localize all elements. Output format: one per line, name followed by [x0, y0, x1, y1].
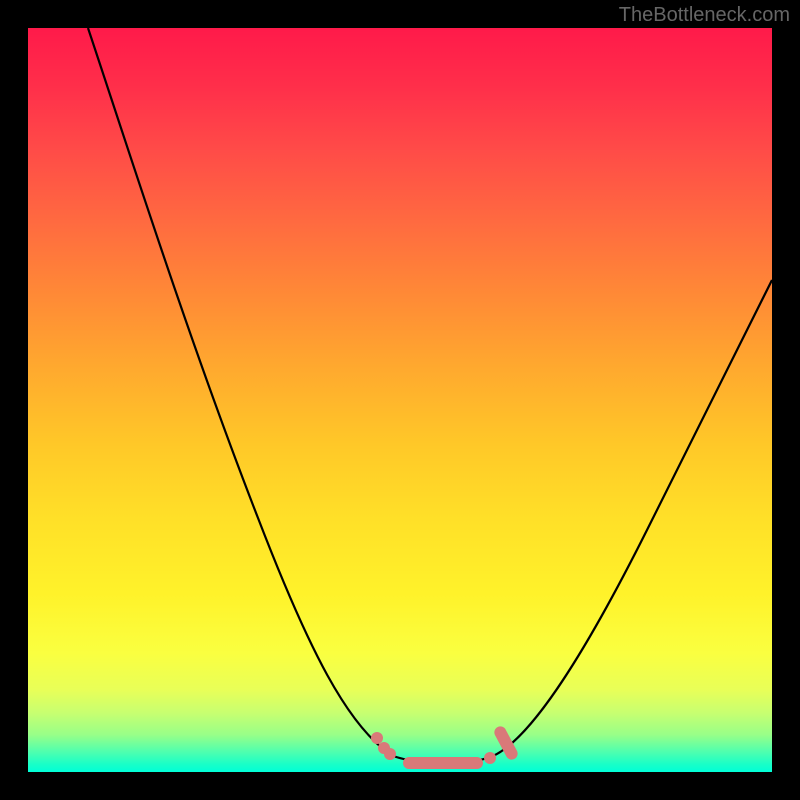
- marker-dot: [484, 752, 496, 764]
- marker-dot: [371, 732, 383, 744]
- marker-dot: [384, 748, 396, 760]
- plot-area: [28, 28, 772, 772]
- watermark-text: TheBottleneck.com: [619, 4, 790, 27]
- marker-capsule: [492, 724, 519, 761]
- curve-svg: [28, 28, 772, 772]
- marker-group: [371, 724, 520, 769]
- bottleneck-curve: [88, 28, 772, 764]
- marker-capsule: [403, 757, 483, 769]
